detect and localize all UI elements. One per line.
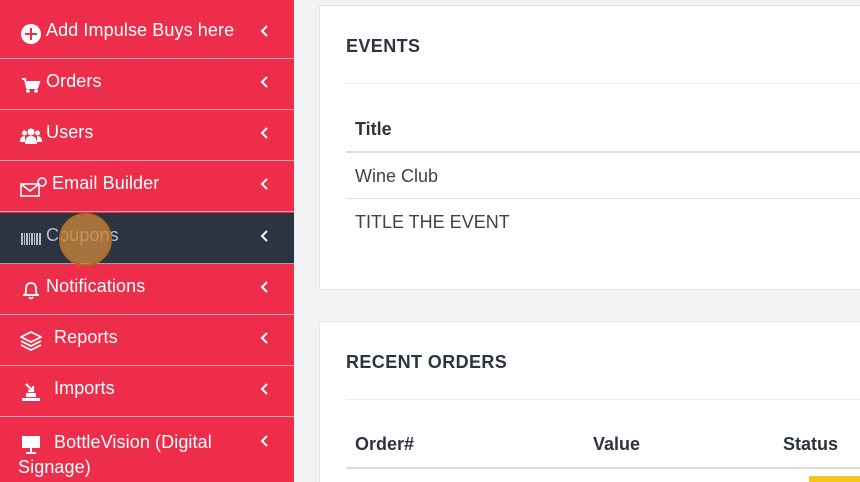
recent-orders-card: RECENT ORDERS Order# Value Status (319, 321, 860, 482)
chevron-left-icon (258, 431, 270, 451)
row-divider (346, 198, 860, 199)
email-icon (20, 176, 48, 198)
chevron-left-icon (258, 72, 270, 92)
users-icon (20, 125, 42, 147)
sidebar-item-add-impulse-buys[interactable]: Add Impulse Buys here (0, 8, 294, 59)
sidebar-item-imports[interactable]: Imports (0, 366, 294, 417)
chevron-left-icon (258, 21, 270, 41)
chevron-left-icon (258, 277, 270, 297)
sidebar-item-label: Users (46, 122, 94, 142)
sidebar-item-label: Notifications (46, 276, 146, 296)
sidebar-item-label: Imports (54, 378, 115, 398)
plus-circle-icon (20, 23, 42, 45)
table-header-rule (346, 467, 860, 469)
column-header-value: Value (593, 434, 641, 454)
chevron-left-icon (258, 226, 270, 246)
sidebar-item-label-line2: Signage) (18, 457, 91, 477)
cart-icon (20, 74, 42, 96)
table-row[interactable]: Wine Club (355, 166, 438, 187)
sidebar-item-users[interactable]: Users (0, 110, 294, 161)
table-header-rule (346, 151, 860, 153)
sidebar-item-notifications[interactable]: Notifications (0, 264, 294, 315)
layers-icon (20, 330, 42, 352)
chevron-left-icon (258, 328, 270, 348)
sidebar-item-coupons[interactable]: Coupons (0, 213, 294, 264)
table-row[interactable]: TITLE THE EVENT (355, 212, 510, 233)
chevron-left-icon (258, 123, 270, 143)
column-header-title: Title (355, 119, 392, 139)
divider (346, 83, 860, 84)
chevron-left-icon (258, 174, 270, 194)
sidebar-item-label: Coupons (46, 225, 119, 245)
sidebar-item-label: BottleVision (Digital Signage) (18, 430, 264, 477)
sidebar-item-bottlevision[interactable]: BottleVision (Digital Signage) (0, 418, 294, 482)
import-icon (20, 381, 42, 403)
barcode-icon (20, 228, 42, 250)
sidebar-item-email-builder[interactable]: Email Builder (0, 161, 294, 212)
bell-icon (20, 279, 42, 301)
recent-orders-title: RECENT ORDERS (346, 352, 508, 372)
events-title: EVENTS (346, 36, 421, 56)
sidebar-item-label-line1: BottleVision (Digital (54, 432, 212, 452)
chevron-left-icon (258, 379, 270, 399)
events-card: EVENTS Title Wine Club TITLE THE EVENT (319, 5, 860, 290)
monitor-icon (20, 433, 42, 455)
divider (346, 399, 860, 400)
sidebar-item-label: Add Impulse Buys here (46, 20, 235, 40)
sidebar-item-label: Email Builder (52, 173, 160, 193)
sidebar: Add Impulse Buys here Orders Users Email… (0, 0, 294, 482)
sidebar-item-orders[interactable]: Orders (0, 59, 294, 110)
sidebar-item-reports[interactable]: Reports (0, 315, 294, 366)
sidebar-item-label: Reports (54, 327, 118, 347)
main-content: EVENTS Title Wine Club TITLE THE EVENT R… (294, 0, 860, 482)
column-header-order: Order# (355, 434, 415, 454)
column-header-status: Status (783, 434, 839, 454)
status-badge (809, 476, 860, 482)
sidebar-item-label: Orders (46, 71, 102, 91)
